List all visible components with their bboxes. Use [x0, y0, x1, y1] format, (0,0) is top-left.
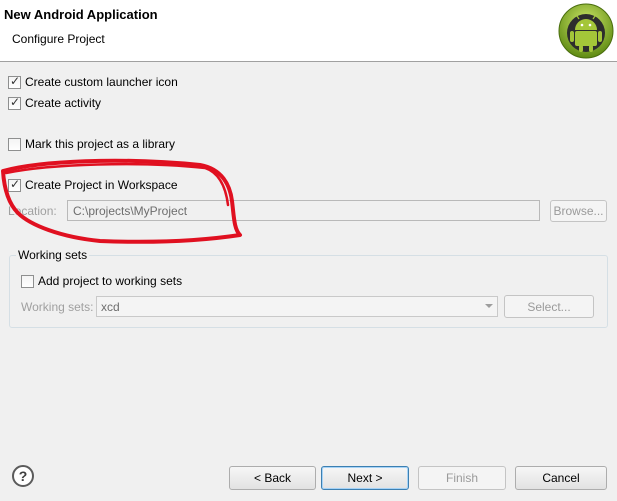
- browse-button[interactable]: Browse...: [550, 200, 607, 222]
- add-to-working-sets-checkbox[interactable]: Add project to working sets: [21, 273, 182, 289]
- checkbox-box[interactable]: [21, 274, 34, 288]
- checkbox-box[interactable]: [8, 95, 21, 110]
- back-button[interactable]: < Back: [229, 466, 316, 490]
- create-activity-checkbox[interactable]: Create activity: [8, 95, 101, 111]
- custom-launcher-icon-checkbox[interactable]: Create custom launcher icon: [8, 74, 178, 90]
- location-input[interactable]: C:\projects\MyProject: [67, 200, 540, 221]
- checkbox-label: Create activity: [25, 96, 102, 110]
- checkbox-label: Mark this project as a library: [25, 137, 176, 151]
- checkbox-label: Add project to working sets: [38, 274, 183, 288]
- help-icon[interactable]: ?: [12, 465, 34, 487]
- chevron-down-icon[interactable]: [485, 304, 493, 308]
- wizard-title: New Android Application: [4, 7, 158, 22]
- wizard-header: New Android Application Configure Projec…: [0, 0, 617, 62]
- checkbox-label: Create custom launcher icon: [25, 75, 178, 89]
- location-label: Location:: [8, 204, 57, 218]
- working-sets-combo[interactable]: xcd: [96, 296, 498, 317]
- working-sets-label: Working sets:: [21, 300, 94, 314]
- android-robot-icon: [558, 3, 614, 59]
- wizard-subtitle: Configure Project: [12, 32, 105, 46]
- working-sets-value: xcd: [101, 300, 120, 314]
- working-sets-title: Working sets: [16, 248, 90, 262]
- create-in-workspace-checkbox[interactable]: Create Project in Workspace: [8, 177, 178, 193]
- checkbox-box[interactable]: [8, 137, 21, 151]
- next-button[interactable]: Next >: [321, 466, 409, 490]
- checkbox-label: Create Project in Workspace: [25, 178, 178, 192]
- checkbox-box[interactable]: [8, 74, 21, 89]
- finish-button[interactable]: Finish: [418, 466, 506, 490]
- cancel-button[interactable]: Cancel: [515, 466, 607, 490]
- checkbox-box[interactable]: [8, 177, 21, 192]
- select-working-sets-button[interactable]: Select...: [504, 295, 594, 318]
- library-checkbox[interactable]: Mark this project as a library: [8, 136, 175, 152]
